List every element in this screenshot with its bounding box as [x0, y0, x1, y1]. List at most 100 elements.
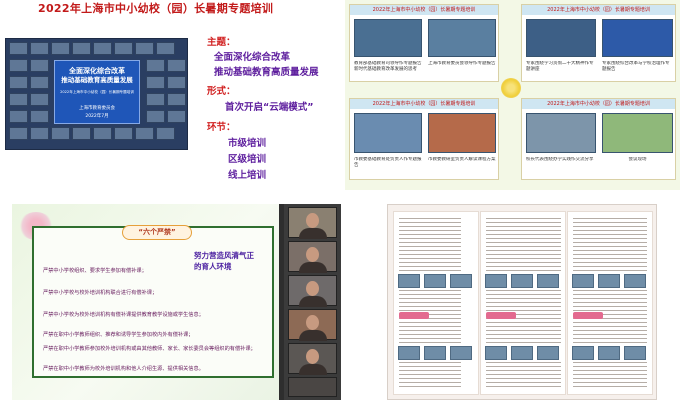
text-line [399, 322, 461, 323]
text-line [399, 382, 461, 383]
text-line [399, 218, 461, 219]
participant-video[interactable] [288, 275, 337, 307]
newsletter-photo [398, 346, 420, 360]
participant-video[interactable] [288, 309, 337, 341]
text-line [399, 230, 461, 231]
text-line [573, 310, 647, 311]
text-line [399, 386, 461, 387]
participant-video[interactable] [288, 207, 337, 239]
participant-thumbnail [135, 127, 154, 140]
card-header: 2022年上海市中小幼校（园）长暑期专题培训 [350, 5, 498, 15]
stage-item: 市级培训 [228, 138, 267, 149]
text-line [573, 266, 647, 267]
text-line [573, 258, 647, 259]
participant-thumbnail [30, 127, 49, 140]
newsletter-photo [598, 346, 620, 360]
main-slide: 全面深化综合改革 推动基础教育高质量发展 2022年上海市中小幼校（园）长暑期专… [54, 60, 140, 124]
text-line [573, 370, 647, 371]
newsletter-photo [450, 346, 472, 360]
person-head-icon [306, 315, 319, 330]
text-line [573, 294, 647, 295]
flower-decoration-icon [501, 78, 521, 98]
theme-label: 主题： [207, 37, 236, 48]
text-line [399, 330, 461, 331]
slide-line: 推动基础教育高质量发展 [61, 76, 133, 84]
participant-thumbnail [51, 127, 70, 140]
person-body-icon [299, 330, 327, 341]
text-line [486, 326, 561, 327]
text-line [573, 306, 647, 307]
participant-thumbnail [93, 42, 112, 55]
participant-thumbnail [30, 93, 49, 106]
text-line [399, 222, 461, 223]
text-line [573, 234, 647, 235]
photo-caption: 市教委基础教育处负责人作专题报告 [354, 157, 422, 168]
speaker-photo [602, 113, 673, 153]
participant-thumbnail [146, 76, 165, 89]
text-line [399, 366, 461, 367]
training-overview-panel: 2022年上海市中小幼校（园）长暑期专题培训 全面深化综合改革 推动基础教育高质… [0, 0, 345, 190]
slide-banner: “六个严禁” [122, 225, 192, 240]
person-body-icon [299, 364, 327, 375]
newsletter-photo [511, 274, 533, 288]
text-line [486, 270, 561, 271]
participant-video[interactable] [288, 241, 337, 273]
text-line [486, 246, 561, 247]
text-line [486, 362, 561, 363]
text-line [399, 234, 461, 235]
participant-thumbnail [72, 127, 91, 140]
newsletter-photo [572, 346, 594, 360]
person-body-icon [299, 262, 327, 273]
participant-thumbnail [167, 59, 186, 72]
text-line [399, 298, 461, 299]
text-line [486, 338, 561, 339]
stage-label: 环节： [207, 122, 236, 133]
text-line [486, 250, 561, 251]
text-line [573, 222, 647, 223]
text-line [486, 290, 561, 291]
text-line [399, 258, 461, 259]
text-line [573, 374, 647, 375]
text-line [486, 242, 561, 243]
slide-slogan: 努力营造风清气正的育人环境 [194, 251, 254, 271]
participant-thumbnail [30, 42, 49, 55]
slide-line: 2022年7月 [85, 114, 109, 119]
text-line [399, 266, 461, 267]
text-line [573, 218, 647, 219]
participant-thumbnail [9, 93, 28, 106]
participant-thumbnail [9, 42, 28, 55]
text-line [399, 246, 461, 247]
text-line [486, 330, 561, 331]
text-line [399, 262, 461, 263]
participant-thumbnail [9, 76, 28, 89]
document-column [393, 211, 479, 395]
photo-caption: 会议现场 [628, 157, 647, 162]
theme-line: 全面深化综合改革 [214, 52, 291, 63]
participant-thumbnail [30, 59, 49, 72]
text-line [573, 270, 647, 271]
text-line [399, 294, 461, 295]
text-line [399, 254, 461, 255]
participant-thumbnail [30, 76, 49, 89]
text-line [573, 290, 647, 291]
photo-caption: 校长代表围绕办学实践作交流分享 [526, 157, 594, 162]
form-label: 形式： [207, 86, 236, 97]
text-line [486, 302, 561, 303]
speaker-photo [526, 113, 596, 153]
newsletter-photo [398, 274, 420, 288]
newsletter-photo [624, 346, 646, 360]
text-line [573, 330, 647, 331]
newsletter-photo [450, 274, 472, 288]
person-body-icon [299, 296, 327, 307]
participant-video[interactable] [288, 343, 337, 375]
theme-line: 推动基础教育高质量发展 [214, 67, 319, 78]
text-line [573, 334, 647, 335]
text-line [486, 382, 561, 383]
text-line [486, 386, 561, 387]
text-line [486, 238, 561, 239]
newsletter-photo [537, 274, 559, 288]
participant-video[interactable] [288, 377, 337, 397]
text-line [486, 294, 561, 295]
participant-thumbnail [146, 59, 165, 72]
speaker-photo [354, 113, 422, 153]
